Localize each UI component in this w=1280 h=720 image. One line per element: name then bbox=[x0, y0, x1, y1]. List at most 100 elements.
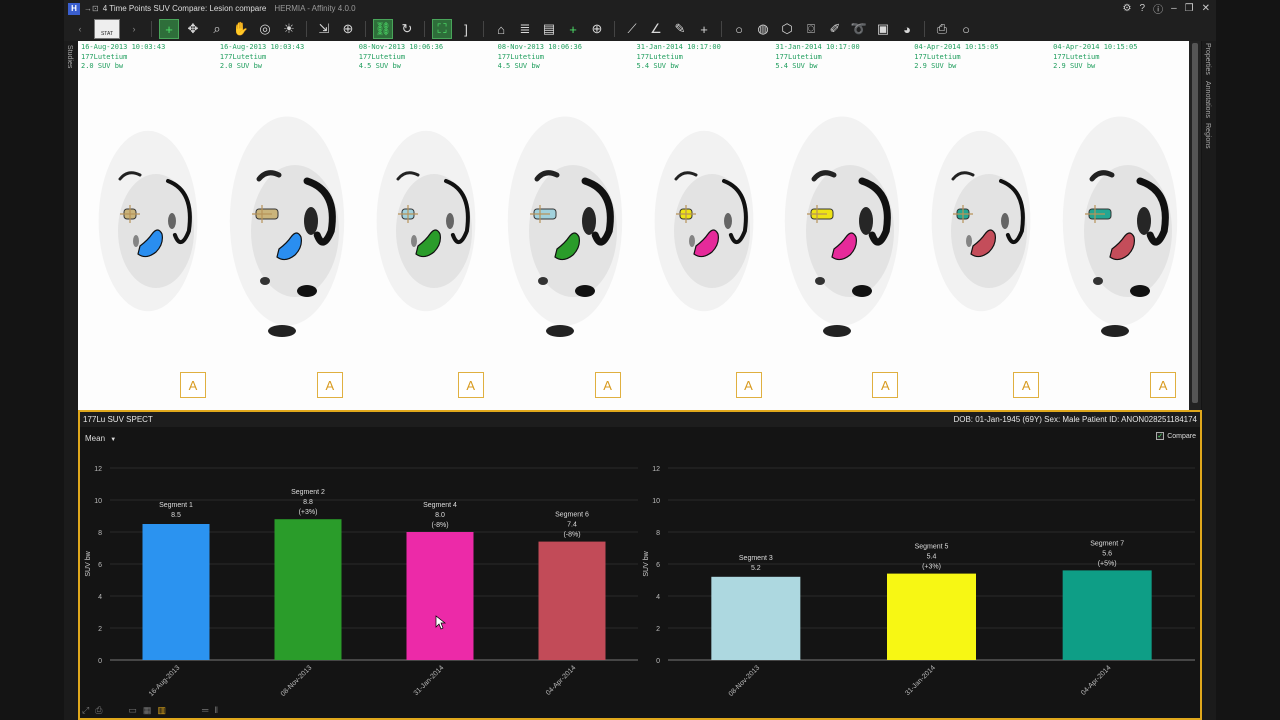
expand-icon[interactable]: ⤢ bbox=[82, 705, 89, 716]
pan-tool-icon[interactable]: ✥ bbox=[183, 19, 203, 39]
hand-icon[interactable]: ✋ bbox=[231, 19, 251, 39]
y-tick-label: 4 bbox=[656, 594, 660, 601]
bar-segment-1[interactable] bbox=[142, 524, 210, 660]
bar-segment-label: Segment 5 bbox=[915, 544, 949, 551]
camera-icon[interactable]: ⎙ bbox=[932, 19, 952, 39]
bar-segment-7[interactable] bbox=[1062, 570, 1152, 660]
brush-icon[interactable]: ✐ bbox=[825, 19, 845, 39]
sphere-icon[interactable]: ◍ bbox=[753, 19, 773, 39]
y-tick-label: 2 bbox=[656, 626, 660, 633]
timepoint-viewport[interactable]: 16-Aug-2013 10:03:43 177Lutetium 2.0 SUV b… bbox=[78, 41, 217, 410]
studies-tab[interactable]: Studies bbox=[66, 45, 73, 68]
back-arrow-icon[interactable]: ‹ bbox=[70, 19, 90, 39]
snapshot-icon[interactable]: ⎙ bbox=[95, 705, 102, 716]
stat-button[interactable]: STAT bbox=[94, 19, 120, 39]
forward-arrow-icon[interactable]: › bbox=[124, 19, 144, 39]
viewport-overlay-text: 08-Nov-2013 10:06:36 177Lutetium 4.5 SUV b… bbox=[359, 43, 443, 72]
timepoint-viewport[interactable]: 08-Nov-2013 10:06:36 177Lutetium 4.5 SUV b… bbox=[356, 41, 495, 410]
tag-icon[interactable]: ⌂ bbox=[491, 19, 511, 39]
timepoint-viewport[interactable]: 08-Nov-2013 10:06:36 177Lutetium 4.5 SUV b… bbox=[495, 41, 634, 410]
timepoint-viewport[interactable]: 31-Jan-2014 10:17:00 177Lutetium 5.4 SUV b… bbox=[772, 41, 911, 410]
info-icon[interactable]: ⓘ bbox=[1153, 1, 1163, 16]
regions-tab[interactable]: Regions bbox=[1204, 123, 1211, 149]
settings-icon[interactable]: ⚙ bbox=[1123, 3, 1132, 14]
timepoint-viewport[interactable]: 16-Aug-2013 10:03:43 177Lutetium 2.0 SUV b… bbox=[217, 41, 356, 410]
cube-icon[interactable]: ⬡ bbox=[777, 19, 797, 39]
anchor-button[interactable]: A bbox=[1150, 372, 1177, 398]
chart-view-icon[interactable]: ▥ bbox=[157, 705, 166, 716]
fit-icon[interactable]: ⛶ bbox=[432, 19, 452, 39]
anchor-button[interactable]: A bbox=[872, 372, 899, 398]
bar-change-label: (-8%) bbox=[431, 522, 448, 529]
fill-icon[interactable]: ◕ bbox=[897, 19, 917, 39]
spect-image bbox=[376, 130, 476, 312]
text-view-icon[interactable]: ▭ bbox=[128, 705, 137, 716]
cross-icon[interactable]: + bbox=[694, 19, 714, 39]
globe-icon[interactable]: ⊕ bbox=[587, 19, 607, 39]
splitter-icon: ‖ bbox=[214, 705, 219, 715]
bar-segment-6[interactable] bbox=[538, 541, 606, 660]
crosshair-icon[interactable]: + bbox=[159, 19, 179, 39]
viewport-overlay-text: 16-Aug-2013 10:03:43 177Lutetium 2.0 SUV b… bbox=[220, 43, 304, 72]
anchor-button[interactable]: A bbox=[1013, 372, 1040, 398]
pencil-icon[interactable]: ✎ bbox=[670, 19, 690, 39]
spect-image bbox=[654, 130, 753, 312]
ruler-icon[interactable]: ⟋ bbox=[622, 19, 642, 39]
link-icon[interactable]: ⛓ bbox=[373, 19, 393, 39]
help-icon[interactable]: ? bbox=[1140, 3, 1146, 14]
bar-segment-5[interactable] bbox=[887, 573, 976, 660]
bar-segment-4[interactable] bbox=[406, 532, 474, 660]
nav-arrows-icon[interactable]: →⊡ bbox=[84, 4, 99, 13]
dot-icon[interactable]: ○ bbox=[956, 19, 976, 39]
angle-icon[interactable]: ∠ bbox=[646, 19, 666, 39]
circle-icon[interactable]: ○ bbox=[729, 19, 749, 39]
spect-image bbox=[785, 116, 900, 337]
properties-tab[interactable]: Properties bbox=[1204, 43, 1211, 75]
lasso-icon[interactable]: ➰ bbox=[849, 19, 869, 39]
clipboard-icon[interactable]: ▤ bbox=[539, 19, 559, 39]
anchor-button[interactable]: A bbox=[594, 372, 621, 398]
viewport-isotope: 177Lutetium bbox=[219, 52, 267, 61]
bar-segment-3[interactable] bbox=[711, 576, 801, 660]
viewport-suv: 5.4 SUV bw bbox=[775, 62, 818, 70]
viewport-overlay-text: 16-Aug-2013 10:03:43 177Lutetium 2.0 SUV b… bbox=[81, 43, 165, 72]
annotations-tab[interactable]: Annotations bbox=[1204, 81, 1211, 118]
bracket-icon[interactable]: ] bbox=[456, 19, 476, 39]
y-tick-label: 12 bbox=[94, 466, 102, 473]
table-view-icon[interactable]: ▦ bbox=[143, 705, 152, 716]
window-title: 4 Time Points SUV Compare: Lesion compar… bbox=[102, 4, 267, 13]
minimize-button[interactable]: – bbox=[1171, 3, 1177, 14]
rotate-icon[interactable]: ↻ bbox=[397, 19, 417, 39]
anchor-button[interactable]: A bbox=[316, 372, 343, 398]
anchor-button[interactable]: A bbox=[457, 372, 484, 398]
viewport-overlay-text: 08-Nov-2013 10:06:36 177Lutetium 4.5 SUV b… bbox=[498, 43, 582, 72]
move-icon[interactable]: ⊕ bbox=[338, 19, 358, 39]
timepoint-viewport[interactable]: 31-Jan-2014 10:17:00 177Lutetium 5.4 SUV b… bbox=[634, 41, 773, 410]
y-tick-label: 8 bbox=[98, 530, 102, 537]
studies-side-panel[interactable]: Studies bbox=[64, 41, 78, 720]
cursor-icon[interactable]: ⇲ bbox=[314, 19, 334, 39]
viewport-suv: 2.0 SUV bw bbox=[219, 62, 263, 70]
timepoint-viewport[interactable]: 04-Apr-2014 10:15:05 177Lutetium 2.9 SUV b… bbox=[911, 41, 1050, 410]
histogram-icon[interactable]: ▣ bbox=[873, 19, 893, 39]
x-tick-label: 16-Aug-2013 bbox=[148, 664, 182, 698]
bar-segment-2[interactable] bbox=[274, 519, 342, 660]
cylinder-icon[interactable]: ⌼ bbox=[801, 19, 821, 39]
y-axis-label: SUV bw bbox=[643, 550, 650, 576]
viewport-isotope: 177Lutetium bbox=[775, 52, 822, 61]
plus-icon[interactable]: + bbox=[563, 19, 583, 39]
target-icon[interactable]: ◎ bbox=[255, 19, 275, 39]
viewport-suv: 5.4 SUV bw bbox=[636, 62, 679, 70]
brightness-icon[interactable]: ☀ bbox=[279, 19, 299, 39]
maximize-button[interactable]: ❐ bbox=[1185, 3, 1194, 14]
close-button[interactable]: ✕ bbox=[1202, 3, 1210, 14]
anchor-button[interactable]: A bbox=[180, 372, 206, 398]
scrollbar-thumb[interactable] bbox=[1192, 43, 1198, 403]
zoom-icon[interactable]: ⌕ bbox=[207, 19, 227, 39]
viewport-isotope: 177Lutetium bbox=[636, 52, 683, 61]
bar-segment-label: Segment 1 bbox=[159, 502, 193, 509]
list-icon[interactable]: ≣ bbox=[515, 19, 535, 39]
image-scrollbar[interactable] bbox=[1189, 41, 1201, 411]
anchor-button[interactable]: A bbox=[735, 372, 762, 398]
timepoint-viewport[interactable]: 04-Apr-2014 10:15:05 177Lutetium 2.9 SUV b… bbox=[1050, 41, 1189, 410]
